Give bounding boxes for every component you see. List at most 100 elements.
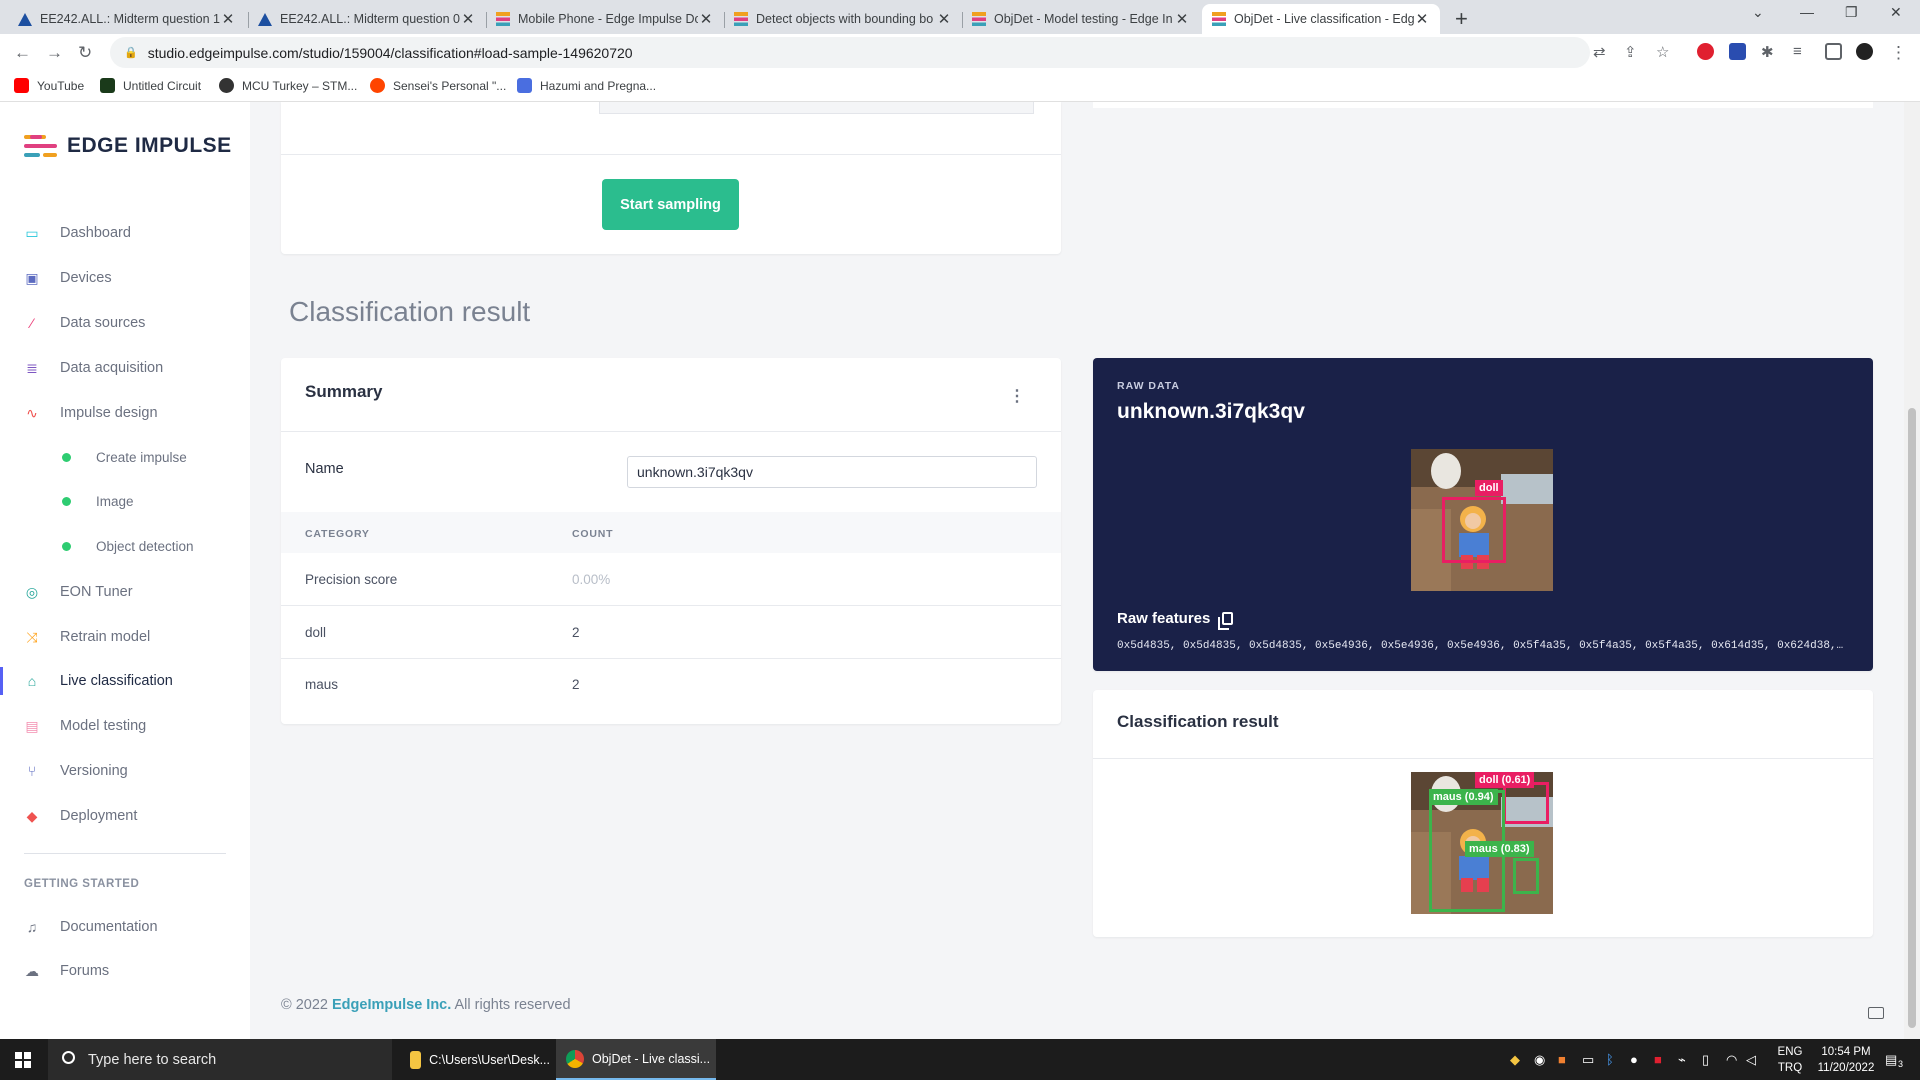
- lock-icon: 🔒: [124, 47, 138, 59]
- usb-icon[interactable]: ⌁: [1678, 1052, 1686, 1068]
- close-tab-icon[interactable]: ✕: [698, 10, 714, 28]
- reload-icon[interactable]: ↻: [78, 43, 92, 63]
- taskbar-search-box[interactable]: Type here to search: [48, 1039, 392, 1080]
- maximize-button[interactable]: ❐: [1845, 4, 1858, 21]
- sidebar-item-live-classification[interactable]: ⌂ Live classification: [0, 663, 250, 699]
- steam-icon[interactable]: ●: [1630, 1052, 1638, 1067]
- forward-icon[interactable]: →: [46, 43, 63, 63]
- sidebar-item-versioning[interactable]: ⑂ Versioning: [0, 753, 250, 789]
- bookmark-sensei[interactable]: Sensei's Personal "...: [370, 78, 506, 93]
- circuit-icon: [100, 78, 115, 93]
- sidebar-subitem-image[interactable]: Image: [0, 486, 250, 516]
- status-dot-icon: [62, 541, 71, 551]
- edge-impulse-icon: [1212, 12, 1226, 26]
- reading-list-icon[interactable]: ≡: [1793, 43, 1802, 60]
- page-scrollbar[interactable]: [1904, 102, 1920, 1039]
- bookmark-label: Hazumi and Pregna...: [540, 78, 657, 93]
- close-tab-icon[interactable]: ✕: [936, 10, 952, 28]
- bookmark-youtube[interactable]: YouTube: [14, 78, 84, 93]
- notifications-icon[interactable]: ▤: [1885, 1052, 1897, 1068]
- menu-dots-icon[interactable]: ⋮: [1890, 43, 1907, 63]
- extensions-puzzle-icon[interactable]: ✱: [1761, 43, 1774, 61]
- taskbar-clock[interactable]: 10:54 PM 11/20/2022: [1808, 1044, 1884, 1076]
- discord-icon[interactable]: ◉: [1534, 1052, 1545, 1068]
- wifi-icon[interactable]: ◠: [1726, 1052, 1737, 1068]
- name-field[interactable]: [627, 456, 1037, 488]
- edge-impulse-logo[interactable]: EDGE IMPULSE: [24, 134, 232, 158]
- adblock-icon[interactable]: [1697, 43, 1714, 60]
- wand-icon: ⁄: [30, 315, 34, 331]
- sidebar-item-eon-tuner[interactable]: ◎ EON Tuner: [0, 574, 250, 610]
- browser-tab[interactable]: Detect objects with bounding bo ✕: [724, 4, 962, 34]
- sidebar-item-devices[interactable]: ▣ Devices: [0, 260, 250, 296]
- browser-tab[interactable]: EE242.ALL.: Midterm question 0: ✕: [248, 4, 486, 34]
- sidebar-item-label: Forums: [60, 963, 110, 979]
- sidebar-subitem-object-detection[interactable]: Object detection: [0, 531, 250, 561]
- close-tab-icon[interactable]: ✕: [220, 10, 236, 28]
- close-tab-icon[interactable]: ✕: [1174, 10, 1190, 28]
- sidebar-item-dashboard[interactable]: ▭ Dashboard: [0, 215, 250, 251]
- tab-search-icon[interactable]: ⌄: [1752, 4, 1764, 21]
- sidebar-item-data-sources[interactable]: ⁄ Data sources: [0, 305, 250, 341]
- sidebar-item-model-testing[interactable]: ▤ Model testing: [0, 708, 250, 744]
- browser-tab[interactable]: Mobile Phone - Edge Impulse Do ✕: [486, 4, 724, 34]
- browser-tab[interactable]: EE242.ALL.: Midterm question 1 ✕: [8, 4, 246, 34]
- language-indicator[interactable]: ENG TRQ: [1770, 1044, 1810, 1076]
- windows-start-icon[interactable]: [15, 1052, 31, 1068]
- profile-avatar[interactable]: [1856, 43, 1873, 60]
- summary-title: Summary: [305, 382, 383, 401]
- extension-d-icon[interactable]: [1729, 43, 1746, 60]
- url-field[interactable]: 🔒 studio.edgeimpulse.com/studio/159004/c…: [110, 37, 1590, 68]
- sidebar-item-data-acquisition[interactable]: ≣ Data acquisition: [0, 350, 250, 386]
- company-link[interactable]: EdgeImpulse Inc.: [332, 997, 451, 1013]
- feedback-chat-icon[interactable]: [1868, 1007, 1884, 1019]
- sidebar-item-documentation[interactable]: ♫ Documentation: [0, 909, 250, 945]
- battery-icon[interactable]: ▯: [1702, 1052, 1709, 1068]
- bookmark-mcu-turkey[interactable]: MCU Turkey – STM...: [219, 78, 357, 93]
- status-dot-icon: [62, 452, 71, 462]
- close-tab-icon[interactable]: ✕: [460, 10, 476, 28]
- sampling-field[interactable]: [599, 102, 1034, 114]
- display-icon[interactable]: ▭: [1582, 1052, 1594, 1068]
- sidebar-item-impulse-design[interactable]: ∿ Impulse design: [0, 395, 250, 431]
- clock-time: 10:54 PM: [1821, 1046, 1871, 1058]
- tray-red-icon[interactable]: ■: [1654, 1052, 1662, 1067]
- sidebar-item-label: Devices: [60, 270, 112, 286]
- tray-app-icon[interactable]: ■: [1558, 1052, 1566, 1067]
- volume-icon[interactable]: ◁: [1746, 1052, 1756, 1068]
- new-tab-button[interactable]: +: [1455, 6, 1468, 32]
- clipboard-icon: ▤: [25, 718, 39, 734]
- bluetooth-icon[interactable]: ᛒ: [1606, 1052, 1614, 1067]
- minimize-button[interactable]: —: [1800, 4, 1814, 20]
- taskbar-app-label: ObjDet - Live classi...: [592, 1051, 711, 1066]
- shield-icon[interactable]: ◆: [1510, 1052, 1520, 1068]
- bookmark-star-icon[interactable]: ☆: [1656, 43, 1669, 61]
- start-sampling-button[interactable]: Start sampling: [602, 179, 739, 230]
- sidebar-item-retrain-model[interactable]: ⤨ Retrain model: [0, 619, 250, 655]
- close-tab-icon[interactable]: ✕: [1414, 10, 1430, 28]
- taskbar-app-chrome[interactable]: ObjDet - Live classi...: [556, 1039, 716, 1080]
- bookmark-hazumi[interactable]: Hazumi and Pregna...: [517, 78, 656, 93]
- bounding-box-label: doll: [1475, 480, 1503, 496]
- scrollbar-thumb[interactable]: [1908, 408, 1916, 1028]
- more-options-icon[interactable]: ⋮: [1009, 386, 1025, 406]
- translate-icon[interactable]: ⇄: [1593, 43, 1606, 61]
- tab-title: Detect objects with bounding bo: [756, 12, 934, 26]
- copy-icon[interactable]: [1218, 612, 1234, 630]
- browser-tab[interactable]: ObjDet - Model testing - Edge In ✕: [962, 4, 1200, 34]
- sidebar-subitem-create-impulse[interactable]: Create impulse: [0, 442, 250, 472]
- sidebar-item-deployment[interactable]: ◆ Deployment: [0, 798, 250, 834]
- close-window-button[interactable]: ✕: [1890, 4, 1902, 21]
- sidebar-item-label: Model testing: [60, 718, 147, 734]
- browser-tab-active[interactable]: ObjDet - Live classification - Edg ✕: [1202, 4, 1440, 34]
- taskbar-app-explorer[interactable]: C:\Users\User\Desk...: [400, 1039, 550, 1080]
- bookmark-untitled-circuit[interactable]: Untitled Circuit: [100, 78, 201, 93]
- classification-result-title: Classification result: [1117, 712, 1279, 731]
- moodle-icon: [258, 12, 272, 26]
- share-icon[interactable]: ⇪: [1624, 43, 1637, 61]
- search-icon: [62, 1051, 75, 1064]
- side-panel-icon[interactable]: [1825, 43, 1842, 60]
- shuffle-icon: ⤨: [26, 629, 38, 645]
- back-icon[interactable]: ←: [14, 43, 31, 63]
- sidebar-item-forums[interactable]: ☁ Forums: [0, 953, 250, 989]
